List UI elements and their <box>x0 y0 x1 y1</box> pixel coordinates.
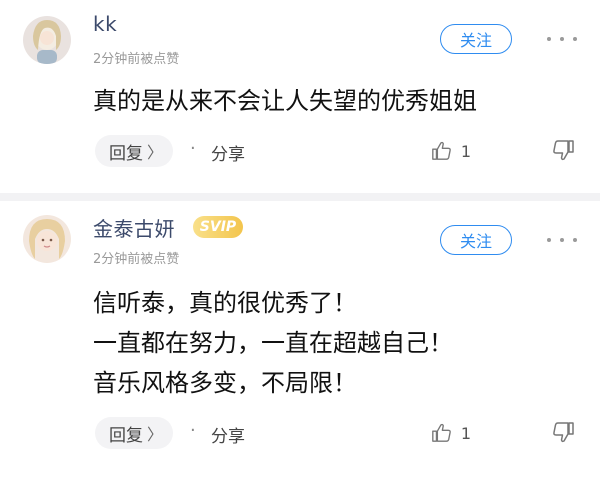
reply-button[interactable]: 回复 〉 <box>95 135 173 167</box>
comment-divider <box>0 193 600 201</box>
comment-line: 音乐风格多变，不局限！ <box>93 369 357 397</box>
follow-button[interactable]: 关注 <box>440 24 512 54</box>
reply-label: 回复 <box>109 143 143 164</box>
thumbs-up-icon <box>432 423 451 442</box>
comment-item: kk 2分钟前被点赞 关注 真的是从来不会让人失望的优秀姐姐 回复 〉 · 分享… <box>0 0 600 193</box>
reply-label: 回复 <box>109 425 143 446</box>
user-avatar[interactable] <box>23 16 71 64</box>
chevron-right-icon: 〉 <box>147 143 164 162</box>
thumbs-up-icon <box>432 141 451 160</box>
comment-item: 金泰古妍 SVIP 2分钟前被点赞 关注 信听泰，真的很优秀了！ 一直都在努力，… <box>0 201 600 487</box>
comment-line: 一直都在努力，一直在超越自己！ <box>93 329 453 357</box>
like-count: 1 <box>460 141 471 161</box>
dislike-button[interactable] <box>551 420 577 446</box>
like-button[interactable]: 1 <box>431 138 471 164</box>
share-button[interactable]: 分享 <box>211 422 245 447</box>
more-options-icon[interactable] <box>547 35 577 43</box>
liked-time: 2分钟前被点赞 <box>93 52 180 67</box>
liked-time: 2分钟前被点赞 <box>93 252 180 267</box>
chevron-right-icon: 〉 <box>147 425 164 444</box>
more-options-icon[interactable] <box>547 236 577 244</box>
thumbs-down-icon <box>553 140 574 161</box>
comment-text: 信听泰，真的很优秀了！ 一直都在努力，一直在超越自己！ 音乐风格多变，不局限！ <box>93 283 453 403</box>
user-avatar[interactable] <box>23 215 71 263</box>
thumbs-down-icon <box>553 422 574 443</box>
dot-separator: · <box>190 138 196 159</box>
like-button[interactable]: 1 <box>431 420 471 446</box>
follow-button[interactable]: 关注 <box>440 225 512 255</box>
avatar-photo-icon <box>23 16 71 64</box>
svip-badge: SVIP <box>193 216 243 238</box>
comment-line: 真的是从来不会让人失望的优秀姐姐 <box>93 87 477 115</box>
comment-line: 信听泰，真的很优秀了！ <box>93 289 357 317</box>
reply-button[interactable]: 回复 〉 <box>95 417 173 449</box>
avatar-photo-icon <box>23 215 71 263</box>
like-count: 1 <box>460 423 471 443</box>
username[interactable]: kk <box>93 12 117 36</box>
dot-separator: · <box>190 420 196 441</box>
dislike-button[interactable] <box>551 138 577 164</box>
share-button[interactable]: 分享 <box>211 140 245 165</box>
username[interactable]: 金泰古妍 <box>93 213 175 242</box>
comment-text: 真的是从来不会让人失望的优秀姐姐 <box>93 81 477 121</box>
